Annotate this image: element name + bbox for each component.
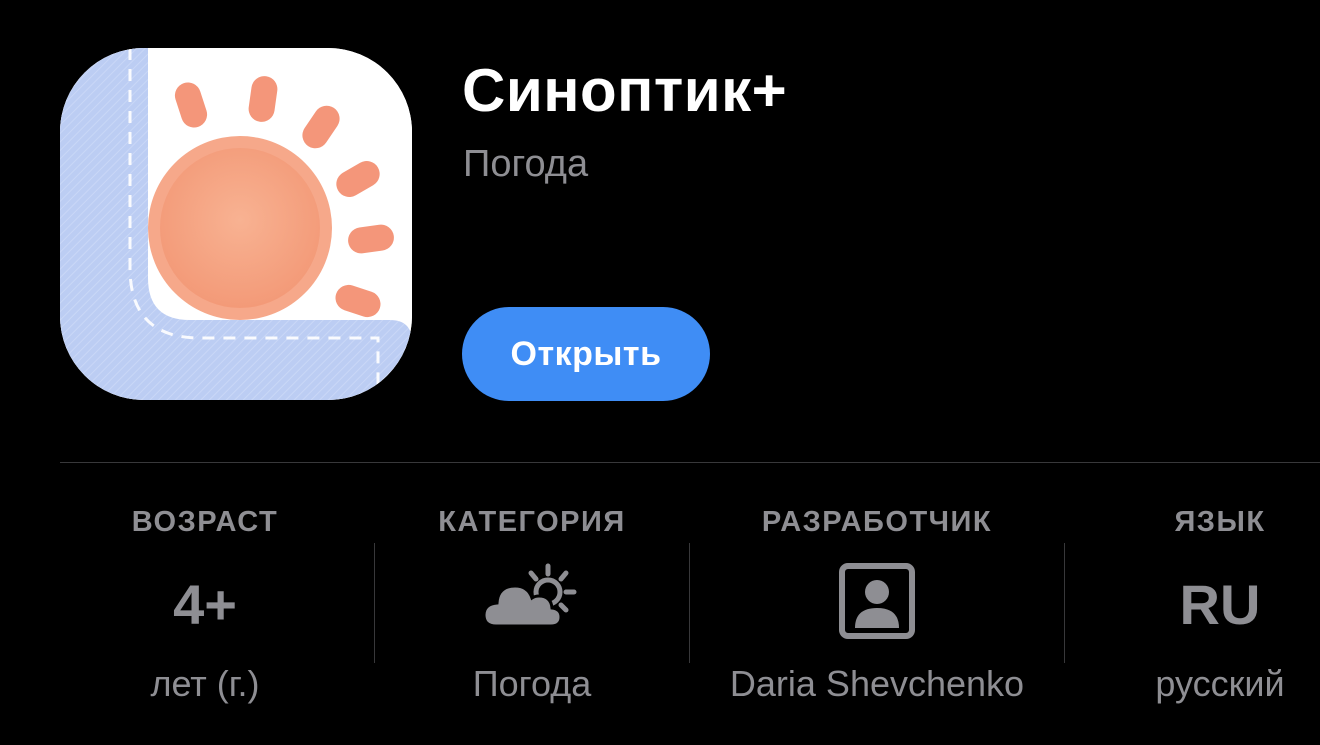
app-icon [60, 48, 412, 400]
info-age-value: 4+ [173, 573, 237, 636]
info-language[interactable]: ЯЗЫК RU русский [1120, 500, 1320, 720]
app-title: Синоптик+ [462, 57, 788, 124]
info-language-sub: русский [1155, 663, 1285, 704]
info-developer-label: РАЗРАБОТЧИК [761, 506, 993, 538]
info-language-value: RU [1179, 573, 1261, 636]
info-age-label: ВОЗРАСТ [131, 506, 279, 538]
column-separator [1064, 543, 1065, 663]
sun-weather-app-icon [60, 48, 412, 400]
app-store-header: Синоптик+ Погода Открыть ВОЗРАСТ 4+ лет … [0, 0, 1320, 745]
info-developer[interactable]: РАЗРАБОТЧИК Daria Shevchenko [690, 500, 1064, 720]
info-category[interactable]: КАТЕГОРИЯ Погода [375, 500, 689, 720]
info-age[interactable]: ВОЗРАСТ 4+ лет (г.) [60, 500, 350, 720]
section-divider [60, 462, 1320, 463]
open-button[interactable]: Открыть [462, 307, 710, 401]
cloud-sun-icon [482, 560, 582, 635]
info-developer-sub: Daria Shevchenko [729, 663, 1025, 704]
person-portrait-icon [838, 562, 916, 645]
info-age-sub: лет (г.) [150, 663, 260, 704]
app-category-subtitle: Погода [463, 143, 589, 185]
info-category-sub: Погода [472, 663, 592, 704]
info-category-label: КАТЕГОРИЯ [438, 506, 626, 538]
info-language-label: ЯЗЫК [1174, 506, 1266, 538]
